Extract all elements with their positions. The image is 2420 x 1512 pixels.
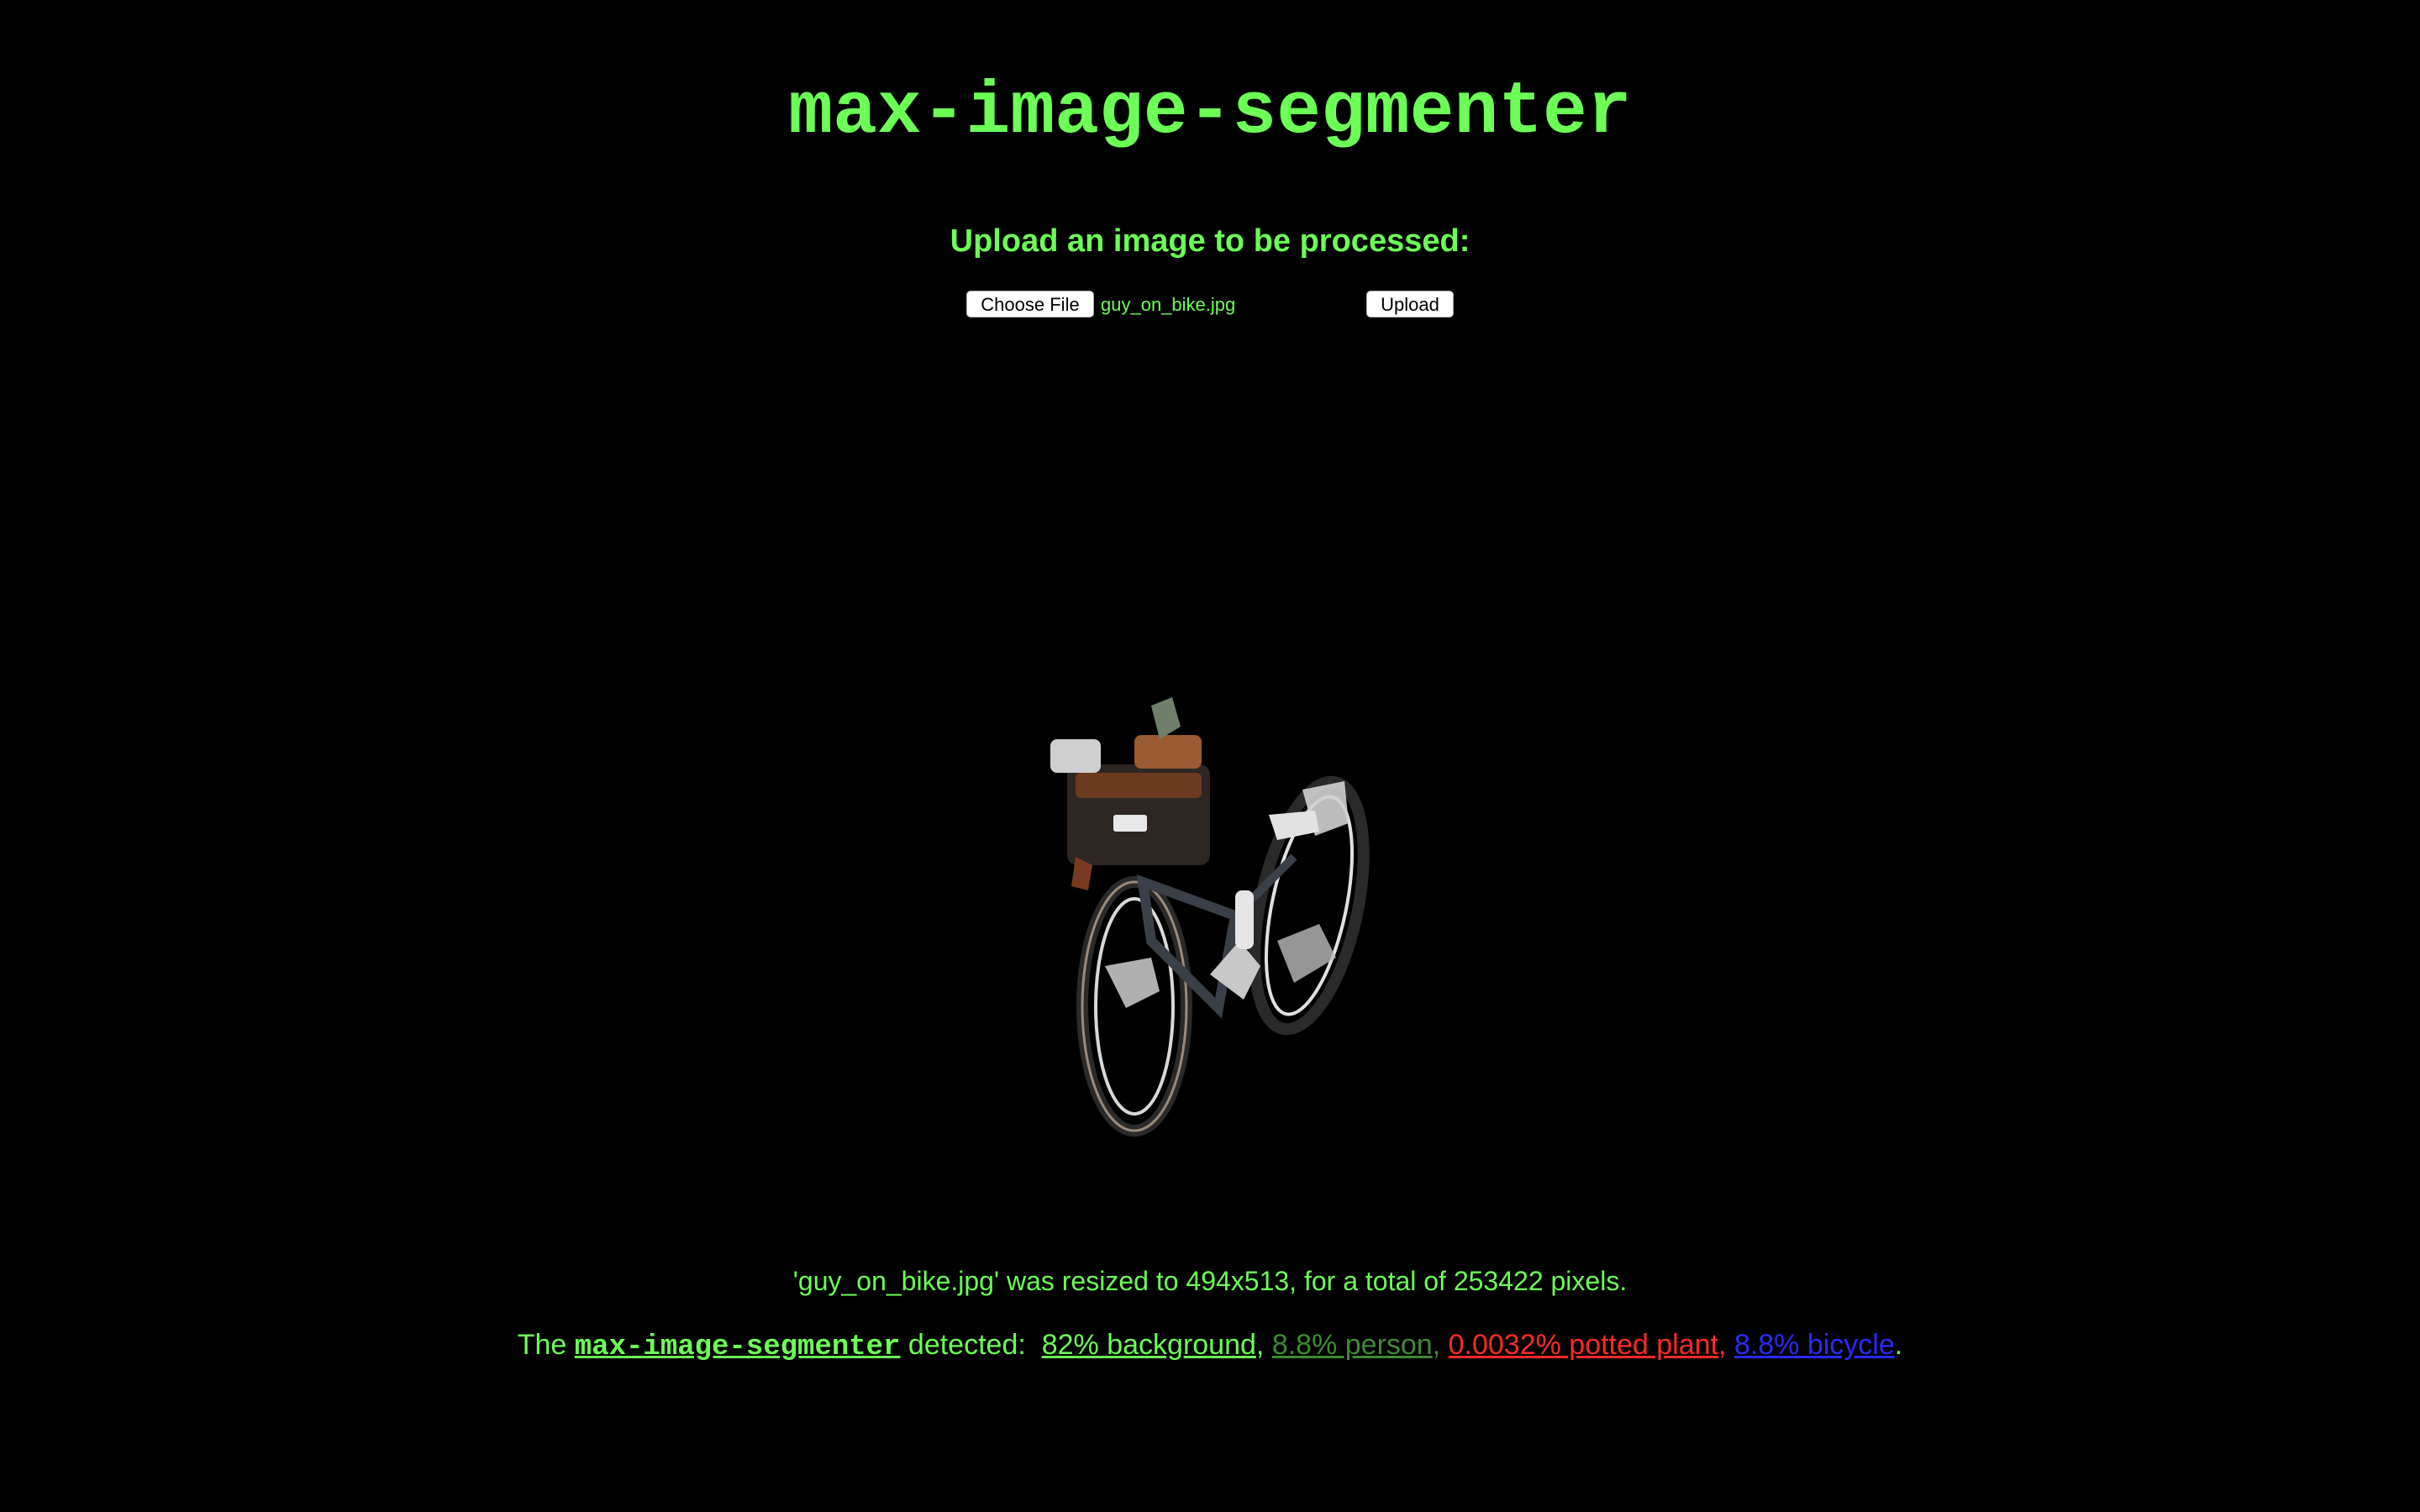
detection-summary: The max-image-segmenter detected: 82% ba…	[0, 1324, 2420, 1368]
segment-link-potted-plant[interactable]: 0.0032% potted plant	[1449, 1329, 1718, 1361]
segmented-result-image	[1025, 689, 1395, 1142]
choose-file-button[interactable]: Choose File	[966, 291, 1094, 318]
model-name-link[interactable]: max-image-segmenter	[575, 1331, 901, 1363]
separator: .	[1894, 1329, 1903, 1361]
detect-middle: detected:	[908, 1329, 1026, 1361]
segment-link-bicycle[interactable]: 8.8% bicycle	[1734, 1329, 1895, 1361]
selected-file-name: guy_on_bike.jpg	[1101, 294, 1236, 315]
upload-button[interactable]: Upload	[1366, 291, 1454, 318]
separator: ,	[1432, 1329, 1441, 1361]
upload-form: Choose File guy_on_bike.jpg Upload	[0, 291, 2420, 321]
separator: ,	[1718, 1329, 1727, 1361]
page-title: max-image-segmenter	[788, 71, 1632, 155]
bicycle-icon	[1050, 697, 1370, 1137]
separator: ,	[1255, 1329, 1265, 1361]
upload-heading: Upload an image to be processed:	[950, 223, 1470, 259]
segment-link-person[interactable]: 8.8% person	[1272, 1329, 1433, 1361]
segment-link-background[interactable]: 82% background	[1042, 1329, 1256, 1361]
detect-prefix: The	[517, 1329, 567, 1361]
resize-message: 'guy_on_bike.jpg' was resized to 494x513…	[792, 1266, 1628, 1296]
